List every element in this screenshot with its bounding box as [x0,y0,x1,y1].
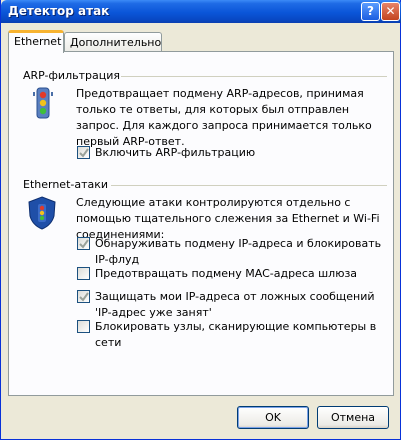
check-mark-icon [79,239,89,249]
check-mark-icon [79,148,89,158]
window-title: Детектор атак [8,4,110,18]
help-button[interactable]: ? [361,2,380,21]
ip-conflict-label: Защищать мои IP-адреса от ложных сообщен… [95,290,375,319]
ethernet-group-title: Ethernet-атаки [23,178,109,191]
ip-spoofing-checkbox[interactable] [77,237,90,250]
ip-conflict-checkbox[interactable] [77,290,90,303]
traffic-light-icon [33,87,53,119]
arp-group-title: ARP-фильтрация [23,69,120,82]
arp-filter-checkbox[interactable] [77,146,90,159]
mac-spoofing-checkbox[interactable] [77,267,90,280]
tab-panel-ethernet: ARP-фильтрация Предотвращает подмену ARP… [8,51,394,396]
cancel-button[interactable]: Отмена [317,406,389,429]
arp-group-divider [121,76,387,77]
arp-description: Предотвращает подмену ARP-адресов, прини… [76,87,372,148]
arp-filter-label: Включить ARP-фильтрацию [95,146,256,159]
block-scanners-checkbox[interactable] [77,320,90,333]
mac-spoofing-label: Предотвращать подмену MAC-адреса шлюза [95,267,358,280]
dialog-window: Детектор атак ? ✕ Ethernet Дополнительно… [0,0,401,440]
tab-additional[interactable]: Дополнительно [64,32,162,52]
shield-traffic-light-icon [28,196,56,230]
ip-spoofing-label: Обнаруживать подмену IP-адреса и блокиро… [95,237,382,266]
title-bar[interactable]: Детектор атак ? ✕ [1,0,401,23]
block-scanners-label: Блокировать узлы, сканирующие компьютеры… [95,320,377,349]
ok-button[interactable]: OK [237,406,309,429]
close-button[interactable]: ✕ [381,2,400,21]
tab-ethernet[interactable]: Ethernet [8,30,64,53]
ethernet-group-divider [111,185,387,186]
check-mark-icon [79,292,89,302]
